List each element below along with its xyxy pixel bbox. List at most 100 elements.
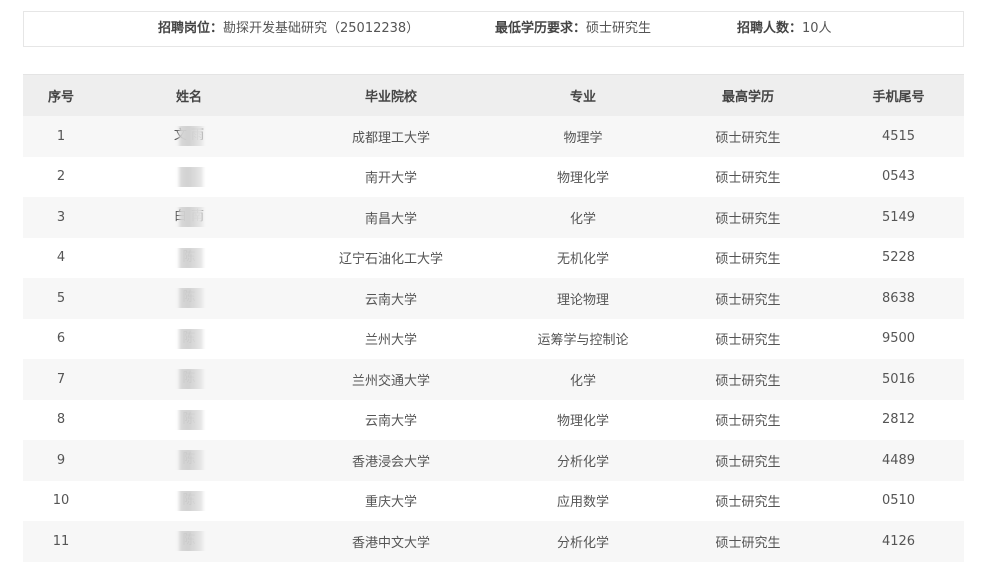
cell-phone: 5149 [881,209,916,225]
candidate-table: 序号 姓名 毕业院校 专业 最高学历 手机尾号 1文 雨成都理工大学物理学硕士研… [23,74,964,562]
table-row: 7 陈 兰州交通大学 化学 硕士研究生 5016 [23,359,964,400]
cell-no: 7 [56,371,66,387]
privacy-blur [179,247,203,268]
cell-major: 应用数学 [556,495,609,511]
table-header: 序号 姓名 毕业院校 专业 最高学历 手机尾号 [23,74,964,116]
headcount-value: 10人 [802,21,832,36]
cell-major: 无机化学 [556,252,609,268]
header-major: 专业 [569,90,596,105]
cell-school: 成都理工大学 [351,130,430,146]
header-phone: 手机尾号 [872,90,925,105]
privacy-blur [179,369,203,390]
cell-degree: 硕士研究生 [715,414,781,430]
cell-major: 分析化学 [556,535,609,551]
cell-degree: 硕士研究生 [715,333,781,349]
education-info: 最低学历要求：硕士研究生 [495,12,651,46]
cell-degree: 硕士研究生 [715,454,781,470]
privacy-blur [179,490,203,511]
table-row: 4 陈 辽宁石油化工大学 无机化学 硕士研究生 5228 [23,238,964,279]
cell-major: 分析化学 [556,454,609,470]
cell-school: 香港浸会大学 [351,454,430,470]
privacy-blur [179,328,203,349]
cell-phone: 4489 [881,452,916,468]
recruitment-info-bar: 招聘岗位：勘探开发基础研究（25012238） 最低学历要求：硕士研究生 招聘人… [23,11,964,47]
cell-name: 陈 [99,531,279,552]
privacy-blur [179,207,203,228]
cell-name: 陈 [99,328,279,349]
education-label: 最低学历要求： [495,21,587,36]
cell-major: 运筹学与控制论 [537,333,629,349]
name-wrap: 陈 [169,247,209,268]
name-wrap: 陈 [169,369,209,390]
cell-name: 文 雨 [99,126,279,147]
cell-phone: 0543 [881,169,916,185]
cell-no: 5 [56,290,66,306]
cell-name [99,166,279,187]
name-wrap: 陈 [169,450,209,471]
cell-no: 8 [56,412,66,428]
cell-no: 11 [52,533,70,549]
headcount-info: 招聘人数：10人 [737,12,832,46]
cell-name: 陈 [99,490,279,511]
name-wrap: 陈 [169,531,209,552]
cell-school: 兰州大学 [364,333,417,349]
name-wrap [169,166,209,187]
cell-phone: 5016 [881,371,916,387]
cell-name: 陈 [99,247,279,268]
cell-degree: 硕士研究生 [715,171,781,187]
cell-school: 云南大学 [364,292,417,308]
cell-name: 陈 [99,450,279,471]
table-row: 1 文 雨 成都理工大学 物理学 硕士研究生 4515 [23,116,964,157]
cell-name: 陈 [99,369,279,390]
name-wrap: 白 南 [169,207,209,228]
privacy-blur [179,166,203,187]
cell-phone: 9500 [881,331,916,347]
cell-school: 南昌大学 [364,211,417,227]
cell-school: 辽宁石油化工大学 [338,252,443,268]
cell-name: 陈 [99,409,279,430]
cell-school: 南开大学 [364,171,417,187]
cell-phone: 5228 [881,250,916,266]
cell-major: 理论物理 [556,292,609,308]
cell-no: 1 [56,128,66,144]
table-row: 8 陈 云南大学 物理化学 硕士研究生 2812 [23,400,964,441]
cell-name: 陈 [99,288,279,309]
privacy-blur [179,450,203,471]
header-school: 毕业院校 [364,90,417,105]
cell-degree: 硕士研究生 [715,535,781,551]
cell-no: 6 [56,331,66,347]
cell-degree: 硕士研究生 [715,373,781,389]
cell-degree: 硕士研究生 [715,292,781,308]
name-wrap: 文 雨 [169,126,209,147]
cell-no: 9 [56,452,66,468]
cell-major: 化学 [569,373,596,389]
table-row: 10 陈 重庆大学 应用数学 硕士研究生 0510 [23,481,964,522]
cell-degree: 硕士研究生 [715,130,781,146]
table-row: 6 陈 兰州大学 运筹学与控制论 硕士研究生 9500 [23,319,964,360]
table-body: 1文 雨成都理工大学物理学硕士研究生45152南开大学物理化学硕士研究生0543… [23,116,964,562]
table-row: 9 陈 香港浸会大学 分析化学 硕士研究生 4489 [23,440,964,481]
privacy-blur [179,126,203,147]
cell-name: 白 南 [99,207,279,228]
cell-school: 重庆大学 [364,495,417,511]
privacy-blur [179,531,203,552]
name-wrap: 陈 [169,328,209,349]
cell-degree: 硕士研究生 [715,495,781,511]
cell-phone: 8638 [881,290,916,306]
cell-no: 10 [52,493,70,509]
cell-phone: 4515 [881,128,916,144]
cell-major: 物理化学 [556,414,609,430]
post-info: 招聘岗位：勘探开发基础研究（25012238） [158,12,419,46]
cell-no: 3 [56,209,66,225]
table-row: 3 白 南 南昌大学 化学 硕士研究生 5149 [23,197,964,238]
table-row: 11 陈 香港中文大学 分析化学 硕士研究生 4126 [23,521,964,562]
header-degree: 最高学历 [721,90,774,105]
cell-school: 兰州交通大学 [351,373,430,389]
name-wrap: 陈 [169,490,209,511]
cell-no: 4 [56,250,66,266]
cell-degree: 硕士研究生 [715,252,781,268]
name-wrap: 陈 [169,409,209,430]
privacy-blur [179,409,203,430]
header-name: 姓名 [175,90,202,105]
privacy-blur [179,288,203,309]
